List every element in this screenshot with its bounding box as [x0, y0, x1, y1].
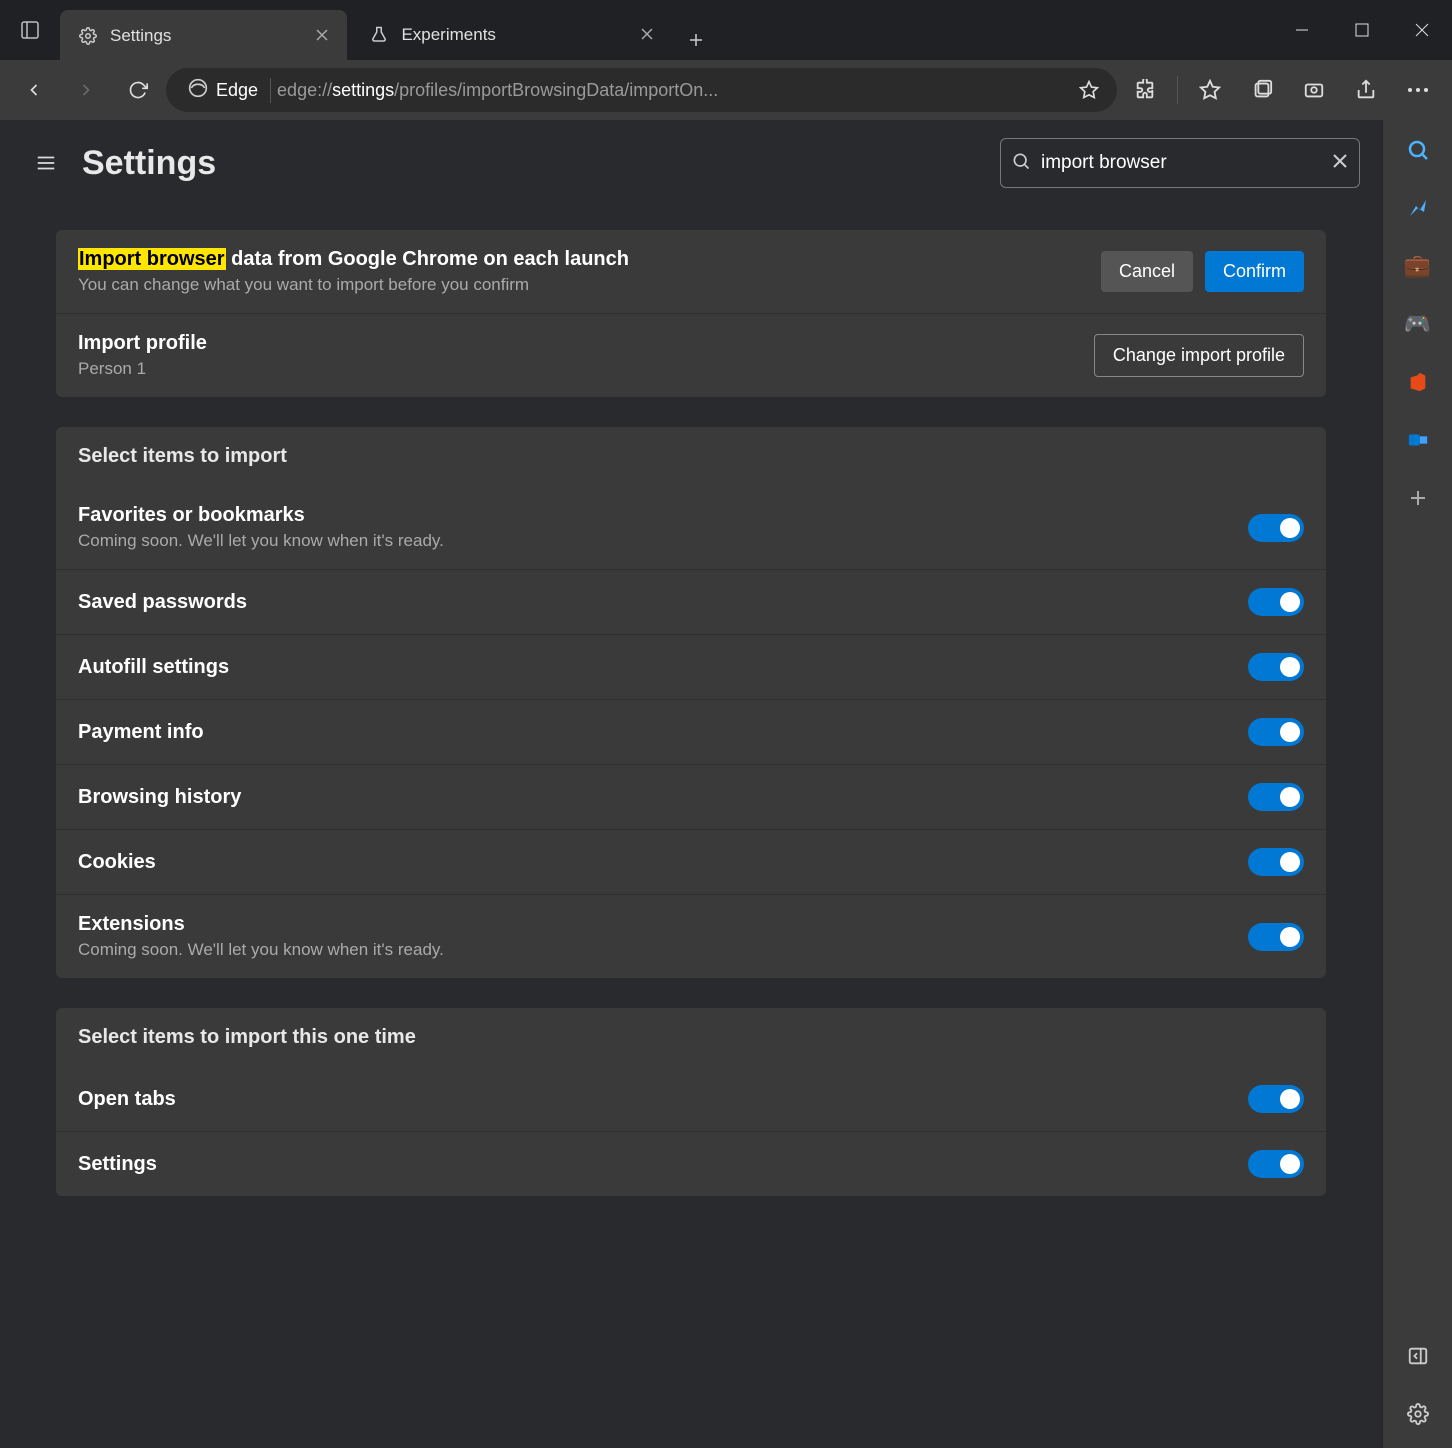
cancel-button[interactable]: Cancel — [1101, 251, 1193, 292]
forward-button[interactable] — [62, 66, 110, 114]
url-text: edge://settings/profiles/importBrowsingD… — [277, 80, 1071, 101]
divider — [1177, 76, 1178, 104]
import-banner-card: Import browser data from Google Chrome o… — [56, 230, 1326, 397]
section-heading: Select items to import — [56, 427, 1326, 486]
select-items-onetime-card: Select items to import this one time Ope… — [56, 1008, 1326, 1196]
toggle-switch[interactable] — [1248, 1085, 1304, 1113]
setting-title: Autofill settings — [78, 656, 1248, 679]
titlebar: Settings Experiments — [0, 0, 1452, 60]
share-button[interactable] — [1342, 66, 1390, 114]
toggle-switch[interactable] — [1248, 848, 1304, 876]
import-banner-row: Import browser data from Google Chrome o… — [56, 230, 1326, 313]
setting-subtitle: Coming soon. We'll let you know when it'… — [78, 531, 1248, 551]
menu-button[interactable] — [28, 145, 64, 181]
screenshot-button[interactable] — [1290, 66, 1338, 114]
settings-search[interactable] — [1000, 138, 1360, 188]
setting-row: Browsing history — [56, 764, 1326, 829]
minimize-button[interactable] — [1272, 10, 1332, 50]
setting-title: Saved passwords — [78, 591, 1248, 614]
setting-row: Favorites or bookmarks Coming soon. We'll… — [56, 486, 1326, 569]
site-identity-label: Edge — [216, 80, 258, 101]
close-icon[interactable] — [315, 27, 333, 45]
tools-icon[interactable]: 💼 — [1402, 250, 1434, 282]
tab-experiments[interactable]: Experiments — [351, 10, 671, 60]
more-button[interactable] — [1394, 66, 1442, 114]
section-heading: Select items to import this one time — [56, 1008, 1326, 1067]
outlook-icon[interactable] — [1402, 424, 1434, 456]
setting-title: Cookies — [78, 851, 1248, 874]
change-profile-button[interactable]: Change import profile — [1094, 334, 1304, 377]
sidebar-add-icon[interactable] — [1402, 482, 1434, 514]
tab-actions-button[interactable] — [0, 0, 60, 60]
toggle-switch[interactable] — [1248, 514, 1304, 542]
banner-title: Import browser data from Google Chrome o… — [78, 248, 1101, 271]
tab-strip: Settings Experiments — [60, 0, 716, 60]
search-input[interactable] — [1041, 152, 1321, 174]
sidebar-settings-icon[interactable] — [1402, 1398, 1434, 1430]
toolbar: Edge edge://settings/profiles/importBrow… — [0, 60, 1452, 120]
setting-title: Extensions — [78, 913, 1248, 936]
office-icon[interactable] — [1402, 366, 1434, 398]
gear-icon — [78, 26, 98, 46]
extensions-button[interactable] — [1121, 66, 1169, 114]
setting-row: Autofill settings — [56, 634, 1326, 699]
toggle-switch[interactable] — [1248, 923, 1304, 951]
import-profile-row: Import profile Person 1 Change import pr… — [56, 313, 1326, 397]
window-controls — [1272, 10, 1452, 50]
toggle-switch[interactable] — [1248, 588, 1304, 616]
clear-search-icon[interactable] — [1331, 152, 1349, 175]
setting-row: Cookies — [56, 829, 1326, 894]
page-title: Settings — [82, 144, 216, 183]
setting-subtitle: Coming soon. We'll let you know when it'… — [78, 940, 1248, 960]
setting-title: Browsing history — [78, 786, 1248, 809]
search-icon — [1011, 151, 1031, 176]
favorite-add-icon[interactable] — [1071, 72, 1107, 108]
maximize-button[interactable] — [1332, 10, 1392, 50]
setting-title: Payment info — [78, 721, 1248, 744]
setting-title: Favorites or bookmarks — [78, 504, 1248, 527]
flask-icon — [369, 25, 389, 45]
settings-header: Settings — [0, 120, 1382, 206]
address-bar[interactable]: Edge edge://settings/profiles/importBrow… — [166, 68, 1117, 112]
settings-page: Settings Import browser data from Google… — [0, 120, 1382, 1448]
toggle-switch[interactable] — [1248, 1150, 1304, 1178]
favorites-button[interactable] — [1186, 66, 1234, 114]
discover-icon[interactable] — [1402, 192, 1434, 224]
content-area: Settings Import browser data from Google… — [0, 120, 1452, 1448]
edge-sidebar: 💼 🎮 — [1382, 120, 1452, 1448]
sidebar-search-icon[interactable] — [1402, 134, 1434, 166]
site-identity[interactable]: Edge — [176, 78, 271, 103]
settings-scroll[interactable]: Import browser data from Google Chrome o… — [0, 206, 1382, 1448]
toggle-switch[interactable] — [1248, 653, 1304, 681]
setting-title: Open tabs — [78, 1088, 1248, 1111]
confirm-button[interactable]: Confirm — [1205, 251, 1304, 292]
tab-settings[interactable]: Settings — [60, 10, 347, 60]
close-window-button[interactable] — [1392, 10, 1452, 50]
sidebar-collapse-icon[interactable] — [1402, 1340, 1434, 1372]
tab-label: Experiments — [401, 25, 495, 45]
toggle-switch[interactable] — [1248, 718, 1304, 746]
collections-button[interactable] — [1238, 66, 1286, 114]
tab-label: Settings — [110, 26, 171, 46]
setting-row: Saved passwords — [56, 569, 1326, 634]
profile-title: Import profile — [78, 332, 1094, 355]
setting-row: Payment info — [56, 699, 1326, 764]
profile-value: Person 1 — [78, 359, 1094, 379]
select-items-card: Select items to import Favorites or book… — [56, 427, 1326, 978]
games-icon[interactable]: 🎮 — [1402, 308, 1434, 340]
setting-title: Settings — [78, 1153, 1248, 1176]
close-icon[interactable] — [640, 26, 658, 44]
new-tab-button[interactable] — [676, 20, 716, 60]
toggle-switch[interactable] — [1248, 783, 1304, 811]
banner-subtitle: You can change what you want to import b… — [78, 275, 1101, 295]
back-button[interactable] — [10, 66, 58, 114]
setting-row: Extensions Coming soon. We'll let you kno… — [56, 894, 1326, 978]
setting-row: Open tabs — [56, 1067, 1326, 1131]
edge-logo-icon — [188, 78, 208, 103]
setting-row: Settings — [56, 1131, 1326, 1196]
refresh-button[interactable] — [114, 66, 162, 114]
